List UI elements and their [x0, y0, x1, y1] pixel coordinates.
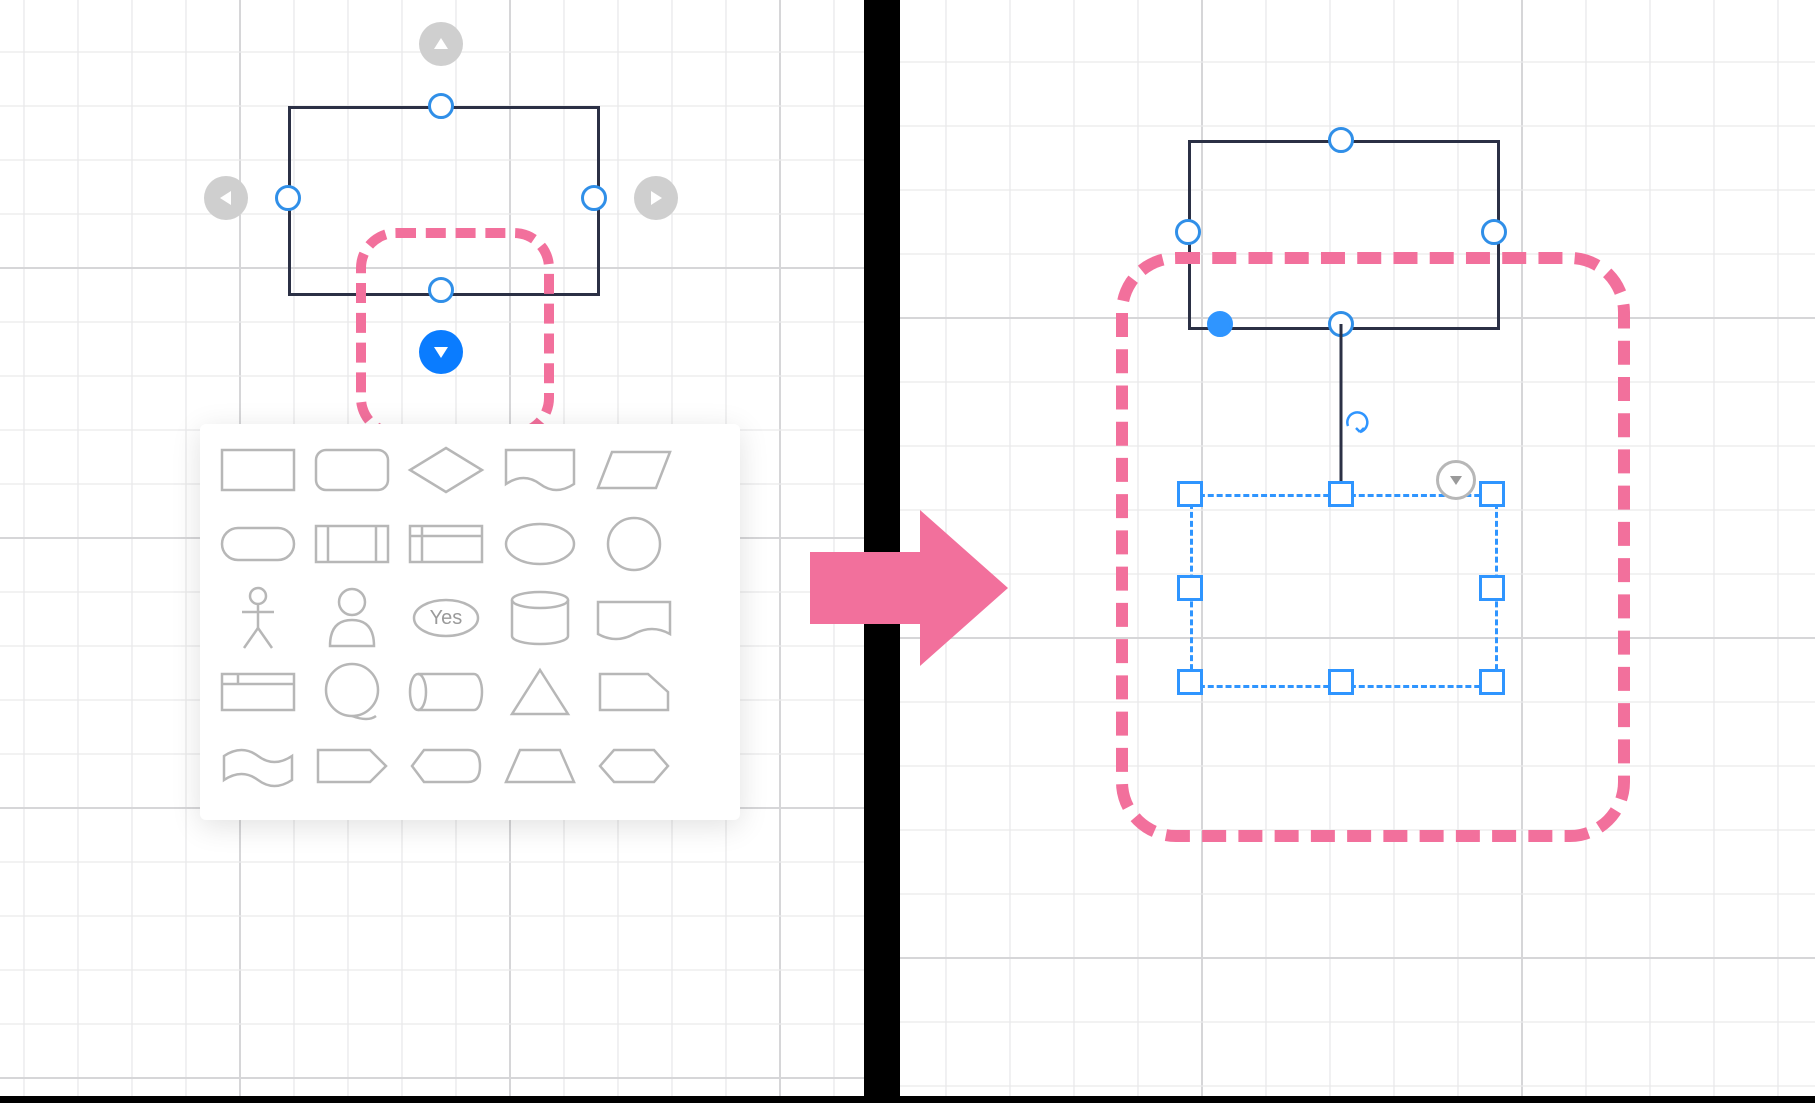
shape-parallelogram[interactable] [594, 442, 674, 498]
shape-circle-outline[interactable] [312, 664, 392, 720]
shape-annotation-yes[interactable]: Yes [406, 590, 486, 646]
selection-handle-w[interactable] [1177, 575, 1203, 601]
connector-left[interactable] [275, 185, 301, 211]
selection-handle-se[interactable] [1479, 669, 1505, 695]
shape-trapezoid[interactable] [500, 738, 580, 794]
connector-left[interactable] [1175, 219, 1201, 245]
shape-database[interactable] [500, 590, 580, 646]
expand-up-arrow[interactable] [419, 22, 463, 66]
shape-ellipse[interactable] [500, 516, 580, 572]
connector-top[interactable] [428, 93, 454, 119]
shape-wave[interactable] [218, 738, 298, 794]
expand-down-hint[interactable] [1436, 460, 1476, 500]
shape-card[interactable] [218, 664, 298, 720]
selection-handle-sw[interactable] [1177, 669, 1203, 695]
shape-tag[interactable] [312, 738, 392, 794]
selection-handle-n[interactable] [1328, 481, 1354, 507]
connector-left-filled[interactable] [1207, 311, 1233, 337]
flowchart-node-new[interactable] [1190, 494, 1498, 688]
selection-handle-s[interactable] [1328, 669, 1354, 695]
right-panel [900, 0, 1815, 1096]
connector-bottom[interactable] [428, 277, 454, 303]
shape-rounded-rectangle[interactable] [312, 442, 392, 498]
shape-terminator[interactable] [218, 516, 298, 572]
connector-top[interactable] [1328, 127, 1354, 153]
connector-line[interactable] [1340, 324, 1343, 494]
flowchart-node-source[interactable] [1188, 140, 1500, 330]
shape-predefined-process[interactable] [312, 516, 392, 572]
expand-left-arrow[interactable] [204, 176, 248, 220]
selection-handle-e[interactable] [1479, 575, 1505, 601]
connector-right[interactable] [1481, 219, 1507, 245]
shape-rectangle[interactable] [218, 442, 298, 498]
shape-diamond[interactable] [406, 442, 486, 498]
shape-picker-popover: Yes [200, 424, 740, 820]
shape-internal-storage[interactable] [406, 516, 486, 572]
shape-cylinder-horizontal[interactable] [406, 664, 486, 720]
transition-arrow-icon [810, 510, 1008, 666]
shape-triangle[interactable] [500, 664, 580, 720]
expand-right-arrow[interactable] [634, 176, 678, 220]
shape-annotation-label: Yes [430, 607, 463, 629]
flowchart-node[interactable] [288, 106, 600, 296]
shape-user[interactable] [312, 590, 392, 646]
shape-circle[interactable] [594, 516, 674, 572]
shape-offpage[interactable] [594, 664, 674, 720]
left-panel: Yes [0, 0, 864, 1096]
shape-actor[interactable] [218, 590, 298, 646]
shape-display[interactable] [406, 738, 486, 794]
rotation-handle[interactable] [1342, 410, 1370, 438]
selection-handle-nw[interactable] [1177, 481, 1203, 507]
shape-document[interactable] [500, 442, 580, 498]
connector-right[interactable] [581, 185, 607, 211]
shape-banner[interactable] [594, 590, 674, 646]
shape-hexagon[interactable] [594, 738, 674, 794]
expand-down-arrow[interactable] [419, 330, 463, 374]
selection-handle-ne[interactable] [1479, 481, 1505, 507]
